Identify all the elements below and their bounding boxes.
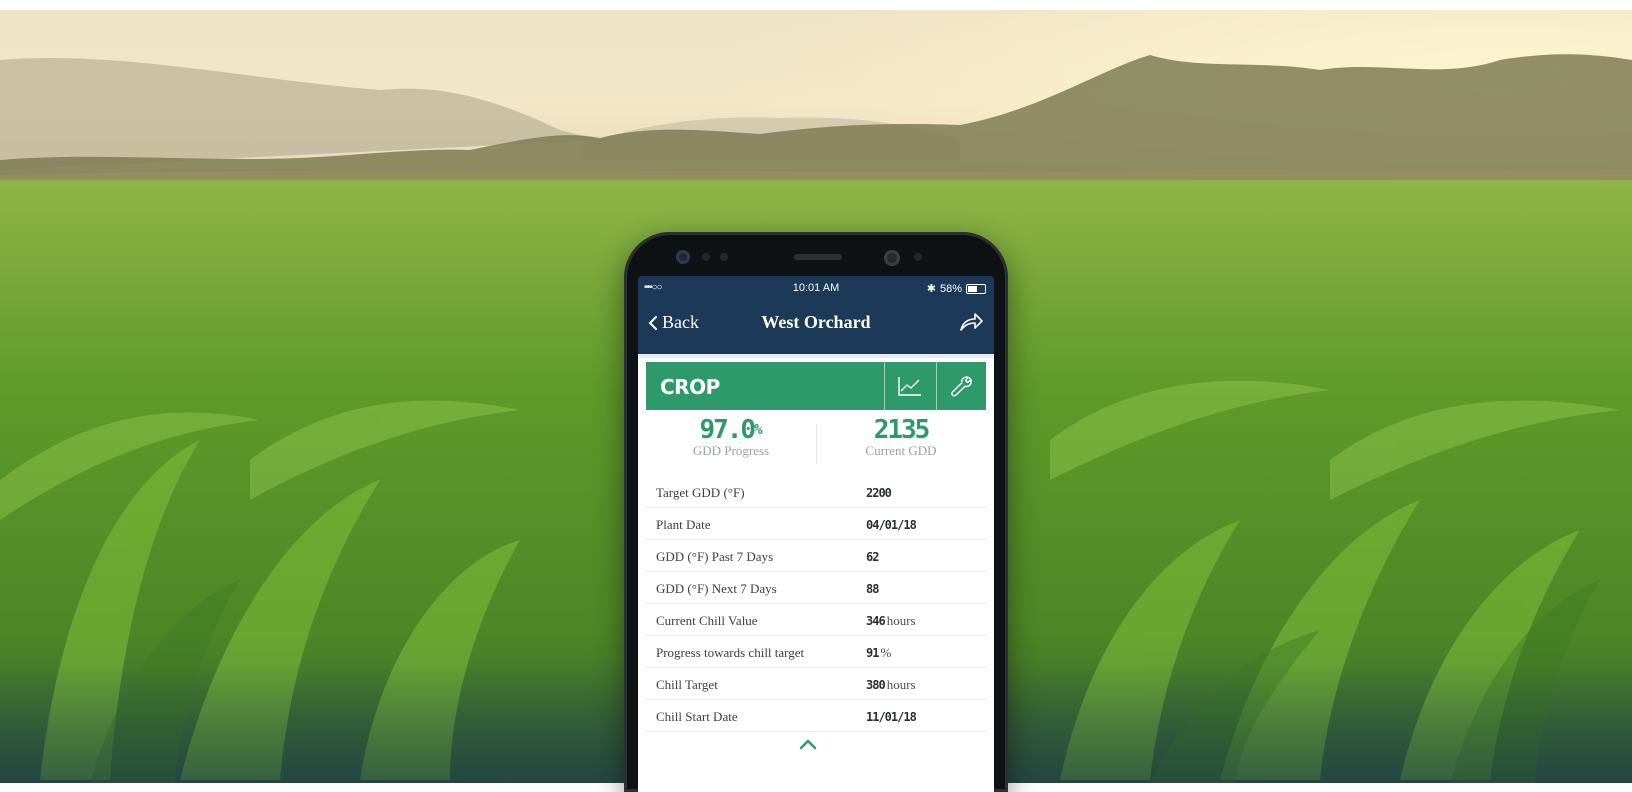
sensor-dot (702, 253, 710, 261)
row-value: 91% (866, 645, 891, 661)
earpiece-speaker (794, 254, 842, 260)
nav-bar: Back West Orchard (638, 300, 994, 346)
bluetooth-icon: ✱ (926, 283, 936, 295)
card-title: CROP (660, 375, 720, 399)
front-camera (884, 250, 900, 266)
row-number: 91 (866, 646, 879, 660)
row-label: Progress towards chill target (656, 645, 805, 660)
row-value: 11/01/18 (866, 709, 918, 725)
row-number: 346 (866, 614, 886, 628)
row-number: 88 (866, 582, 879, 596)
detail-row: Current Chill Value 346 hours (646, 604, 986, 636)
row-value: 346 hours (866, 613, 916, 629)
sensor-dot (914, 253, 922, 261)
share-icon[interactable] (958, 310, 984, 334)
current-gdd-value: 2135 (873, 415, 931, 445)
row-value: 04/01/18 (866, 517, 918, 533)
settings-button[interactable] (936, 362, 987, 410)
row-value: 62 (866, 549, 880, 565)
battery-percent: 58% (939, 282, 962, 295)
wrench-icon (951, 376, 972, 397)
camera-icon (676, 250, 690, 264)
row-number: 2200 (866, 486, 892, 500)
chart-button[interactable] (884, 362, 935, 410)
phone-top-bezel (624, 232, 1008, 276)
sensor-dot (720, 253, 728, 261)
row-unit: hours (886, 677, 916, 692)
detail-row: Chill Start Date 11/01/18 (646, 700, 986, 732)
row-label: Chill Start Date (656, 709, 738, 724)
battery-level (968, 285, 978, 292)
gdd-progress-stat: 97.0% GDD Progress (646, 416, 816, 458)
app-screen: •••○○ 10:01 AM ✱ 58% Back West Orchard C… (638, 276, 994, 792)
battery-icon (966, 283, 986, 294)
card-header: CROP (646, 362, 986, 410)
row-label: GDD (°F) Past 7 Days (656, 549, 774, 564)
status-right: ✱ 58% (927, 282, 986, 295)
page-title: West Orchard (761, 312, 871, 332)
details-list: Target GDD (°F) 2200 Plant Date 04/01/18… (646, 476, 986, 732)
phone-device: •••○○ 10:01 AM ✱ 58% Back West Orchard C… (624, 232, 1008, 792)
row-label: GDD (°F) Next 7 Days (656, 581, 777, 596)
gdd-progress-number: 97.0 (699, 415, 756, 445)
row-number: 62 (866, 550, 879, 564)
row-label: Chill Target (656, 677, 718, 692)
row-number: 380 (866, 678, 886, 692)
gdd-progress-label: GDD Progress (692, 443, 770, 458)
row-value: 380 hours (866, 677, 916, 693)
current-gdd-label: Current GDD (865, 443, 937, 458)
stats-summary: 97.0% GDD Progress 2135 Current GDD (646, 416, 986, 472)
gdd-progress-unit: % (754, 422, 763, 438)
row-value: 88 (866, 581, 880, 597)
gdd-progress-value: 97.0% (646, 416, 816, 444)
detail-row: Plant Date 04/01/18 (646, 508, 986, 540)
hills-and-treeline (0, 54, 1632, 200)
crop-card: CROP 97.0% GDD Progress 2135 Current GDD… (638, 354, 994, 792)
detail-row: Target GDD (°F) 2200 (646, 476, 986, 508)
row-unit: % (880, 645, 892, 660)
row-label: Target GDD (°F) (656, 485, 745, 500)
row-value: 2200 (866, 485, 893, 501)
row-label: Current Chill Value (656, 613, 758, 628)
detail-row: GDD (°F) Past 7 Days 62 (646, 540, 986, 572)
status-bar: •••○○ 10:01 AM ✱ 58% (638, 276, 994, 300)
row-label: Plant Date (656, 517, 711, 532)
detail-row: GDD (°F) Next 7 Days 88 (646, 572, 986, 604)
row-unit: hours (886, 613, 916, 628)
chevron-up-icon[interactable] (798, 738, 818, 750)
detail-row: Chill Target 380 hours (646, 668, 986, 700)
chart-icon (898, 377, 921, 396)
row-number: 04/01/18 (866, 518, 917, 532)
current-gdd-stat: 2135 Current GDD (816, 416, 986, 458)
row-number: 11/01/18 (866, 710, 917, 724)
detail-row: Progress towards chill target 91% (646, 636, 986, 668)
